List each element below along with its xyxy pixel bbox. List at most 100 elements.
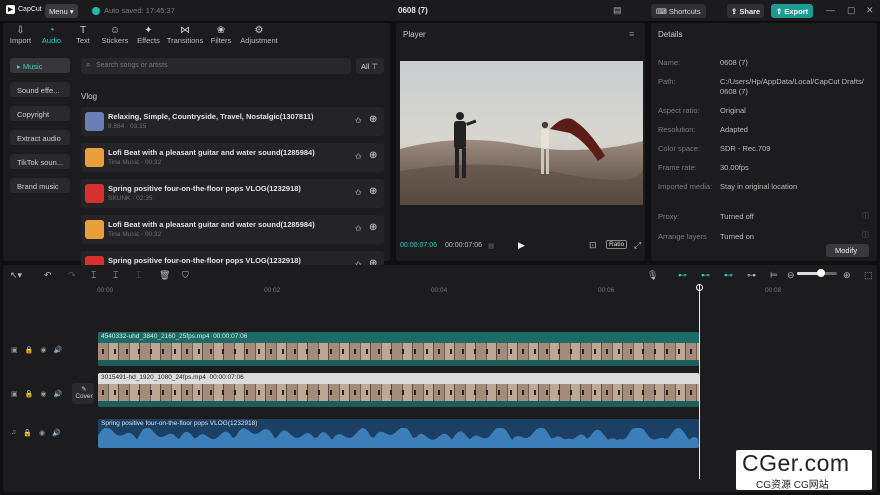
tab-effects[interactable]: ✦ Effects	[132, 23, 165, 49]
microphone-icon[interactable]: 🎙	[647, 270, 658, 281]
tab-text[interactable]: T Text	[68, 23, 98, 49]
video-preview[interactable]	[400, 61, 643, 205]
layers-info-icon[interactable]: ⓘ	[862, 230, 869, 240]
ruler-tick: 00:06	[598, 287, 615, 294]
eye-icon[interactable]: ◉	[40, 390, 46, 398]
favorite-icon[interactable]: ✩	[355, 188, 362, 197]
details-title: Details	[658, 30, 683, 39]
tab-audio[interactable]: ◔ Audio	[35, 23, 68, 49]
add-icon[interactable]: ⊕	[369, 114, 377, 125]
auto-snap-icon[interactable]: ⊷	[701, 270, 710, 281]
center-icon[interactable]: ⊨	[770, 270, 778, 281]
tab-adjustment[interactable]: ⚙ Adjustment	[237, 23, 281, 49]
video-clip-1[interactable]: 4540332-uhd_3840_2160_25fps.mp4 00:00:07…	[98, 332, 699, 366]
cover-button[interactable]: ✎ Cover	[72, 383, 94, 404]
audio-icon[interactable]: 🔊	[53, 346, 62, 354]
fullscreen-icon[interactable]: ⤢	[634, 240, 641, 251]
eye-icon[interactable]: ◉	[40, 346, 46, 354]
filters-icon: ❀	[216, 25, 226, 36]
song-item[interactable]: Spring positive four-on-the-floor pops V…	[81, 179, 384, 208]
stickers-icon: ☺	[109, 25, 121, 36]
split-icon[interactable]: ⌶	[91, 270, 96, 281]
tab-transitions[interactable]: ⋈ Transitions	[165, 23, 205, 49]
delete-icon[interactable]: 🗑	[159, 270, 170, 281]
category-brand-music[interactable]: Brand music	[10, 178, 70, 193]
play-icon[interactable]: ▶	[518, 240, 525, 251]
fit-timeline-icon[interactable]: ⬚	[864, 270, 873, 281]
eye-icon[interactable]: ◉	[39, 429, 45, 437]
clip-name: 4540332-uhd_3840_2160_25fps.mp4	[101, 333, 210, 340]
song-thumbnail	[85, 220, 104, 239]
timecode-toggle-icon[interactable]: ▦	[488, 242, 495, 250]
undo-icon[interactable]: ↶	[44, 270, 52, 281]
song-meta: Tina Music · 00:32	[108, 231, 162, 238]
close-icon[interactable]: ✕	[866, 5, 874, 16]
category-copyright[interactable]: Copyright	[10, 106, 70, 121]
split-right-icon[interactable]: ⌶	[136, 270, 141, 281]
audio-clip[interactable]: Spring positive four-on-the-floor pops V…	[98, 419, 699, 448]
layout-icon[interactable]: ▤	[613, 5, 622, 16]
menu-button[interactable]: Menu ▾	[45, 4, 78, 18]
lock-icon[interactable]: 🔒	[23, 429, 32, 437]
lock-icon[interactable]: 🔒	[25, 346, 34, 354]
zoom-out-icon[interactable]: ⊖	[787, 270, 795, 281]
detail-value: Adapted	[720, 125, 748, 134]
export-button[interactable]: ⇧ Export	[771, 4, 813, 18]
playhead[interactable]	[699, 284, 700, 479]
screenshot-icon[interactable]: ⊡	[589, 240, 597, 251]
playhead-handle[interactable]	[696, 284, 703, 291]
song-item[interactable]: Lofi Beat with a pleasant guitar and wat…	[81, 215, 384, 244]
zoom-knob[interactable]	[817, 269, 825, 277]
category-extract-audio[interactable]: Extract audio	[10, 130, 70, 145]
audio-icon[interactable]: 🔊	[53, 390, 62, 398]
category-sound-effe-[interactable]: Sound effe...	[10, 82, 70, 97]
song-item[interactable]: Lofi Beat with a pleasant guitar and wat…	[81, 143, 384, 172]
select-tool-icon[interactable]: ↖▾	[10, 270, 22, 281]
detail-key: Arrange layers	[658, 232, 707, 241]
minimize-icon[interactable]: —	[826, 5, 835, 15]
tab-import[interactable]: ⇩ Import	[6, 23, 35, 49]
add-icon[interactable]: ⊕	[369, 150, 377, 161]
favorite-icon[interactable]: ✩	[355, 116, 362, 125]
lock-icon[interactable]: 🔒	[25, 390, 34, 398]
zoom-slider[interactable]	[797, 269, 837, 277]
maximize-icon[interactable]: ▢	[847, 5, 856, 16]
tab-stickers[interactable]: ☺ Stickers	[98, 23, 132, 49]
ratio-button[interactable]: Ratio	[606, 240, 628, 249]
share-button[interactable]: ⇪ Share	[727, 4, 764, 18]
shield-icon[interactable]: ⛉	[182, 270, 189, 281]
modify-button[interactable]: Modify	[826, 244, 869, 257]
shortcuts-button[interactable]: ⌨ Shortcuts	[651, 4, 706, 18]
autosave-text: Auto saved: 17:45:37	[104, 6, 175, 15]
favorite-icon[interactable]: ✩	[355, 224, 362, 233]
add-icon[interactable]: ⊕	[369, 222, 377, 233]
category-tiktok-soun-[interactable]: TikTok soun...	[10, 154, 70, 169]
linkage-icon[interactable]: ⊷	[724, 270, 733, 281]
proxy-info-icon[interactable]: ⓘ	[862, 211, 869, 221]
category-label: Sound effe...	[17, 86, 60, 95]
filter-dropdown[interactable]: All ⊤	[356, 58, 384, 74]
tab-filters[interactable]: ❀ Filters	[205, 23, 237, 49]
video-clip-2[interactable]: 3015491-hd_1920_1080_24fps.mp4 00:00:07:…	[98, 373, 699, 407]
zoom-in-icon[interactable]: ⊕	[843, 270, 851, 281]
player-menu-icon[interactable]: ≡	[629, 29, 634, 39]
category-label: TikTok soun...	[17, 158, 63, 167]
search-placeholder: Search songs or artists	[96, 62, 168, 69]
song-item[interactable]: Relaxing, Simple, Countryside, Travel, N…	[81, 107, 384, 136]
favorite-icon[interactable]: ✩	[355, 152, 362, 161]
search-input[interactable]: ⌕ Search songs or artists	[81, 58, 351, 74]
song-title: Spring positive four-on-the-floor pops V…	[108, 184, 301, 193]
import-icon: ⇩	[16, 25, 25, 36]
preview-axis-icon[interactable]: ⊶	[747, 270, 756, 281]
add-icon[interactable]: ⊕	[369, 186, 377, 197]
audio-icon[interactable]: 🔊	[52, 429, 61, 437]
split-left-icon[interactable]: ⌶	[113, 270, 118, 281]
main-track-magnet-icon[interactable]: ⊷	[678, 270, 687, 281]
redo-icon[interactable]: ↷	[68, 270, 76, 281]
filter-icon: ⊤	[371, 62, 378, 71]
song-meta: 8.864 · 03:15	[108, 123, 147, 130]
category-music[interactable]: ▸ Music	[10, 58, 70, 73]
detail-value: 0608 (7)	[720, 58, 748, 67]
capcut-logo-icon	[6, 5, 15, 14]
timeline-ruler[interactable]	[70, 284, 877, 298]
